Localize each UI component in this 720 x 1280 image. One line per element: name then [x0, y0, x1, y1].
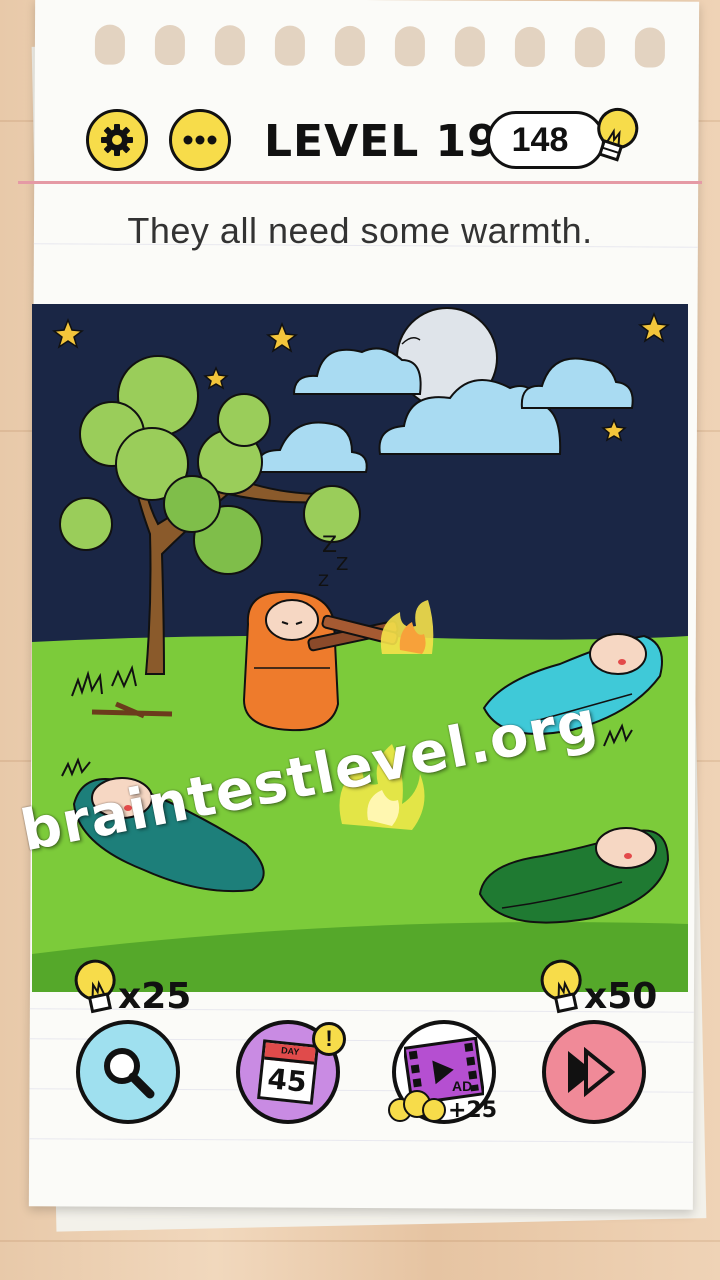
header-divider [18, 181, 702, 184]
hint-cost: x25 [118, 976, 192, 1017]
ad-reward: +25 [448, 1098, 498, 1123]
calendar-day-number: 45 [266, 1062, 309, 1099]
lightbulb-icon [597, 107, 639, 162]
menu-button[interactable] [169, 109, 231, 171]
skip-cost: x50 [584, 976, 658, 1017]
skip-level-button[interactable] [542, 1020, 646, 1124]
magnifier-icon [104, 1048, 155, 1099]
hint-count: 148 [511, 120, 569, 159]
orange-sleeping-bag[interactable] [242, 590, 340, 732]
settings-button[interactable] [86, 109, 148, 171]
ad-label: AD [452, 1078, 473, 1094]
gear-icon [101, 124, 133, 156]
notification-badge: ! [312, 1022, 346, 1056]
calendar-icon: DAY 45 [257, 1039, 319, 1105]
hint-button[interactable] [76, 1020, 180, 1124]
lightbulb-icon [74, 959, 116, 1014]
lightbulb-cluster-icon [388, 1090, 446, 1122]
lightbulb-icon [540, 959, 582, 1014]
spiral-holes [94, 24, 695, 68]
game-scene: Z Z Z [32, 304, 688, 992]
skip-icon [568, 1047, 616, 1097]
question-text: They all need some warmth. [127, 210, 593, 251]
sleep-z: Z [322, 533, 337, 558]
more-dots-icon [183, 135, 217, 145]
svg-text:Z: Z [336, 554, 348, 575]
svg-text:Z: Z [318, 571, 329, 590]
